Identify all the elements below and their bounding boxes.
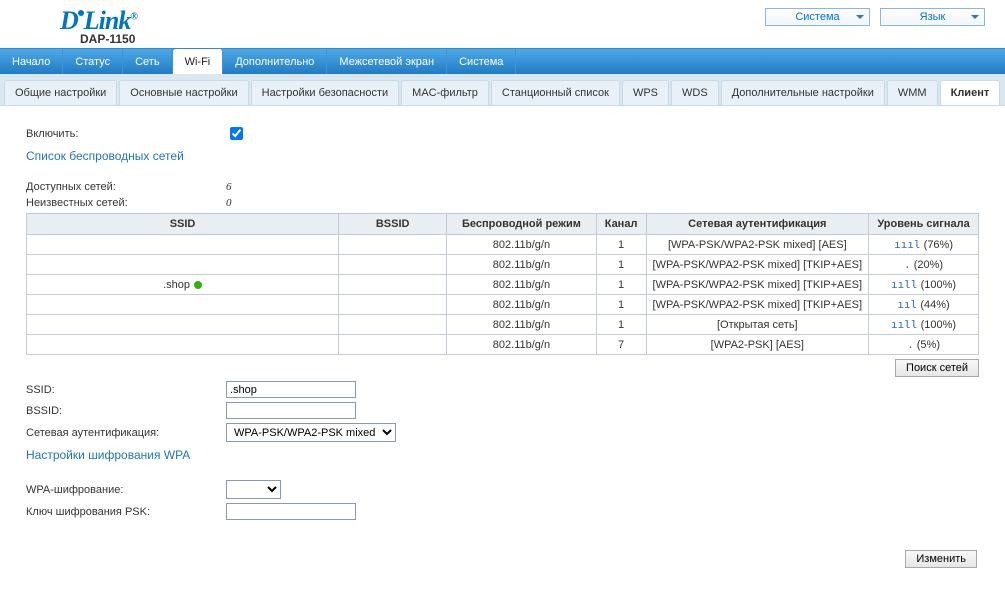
row-available: Доступных сетей: 6: [26, 181, 979, 193]
apply-button[interactable]: Изменить: [905, 550, 977, 568]
psk-input[interactable]: [226, 503, 356, 520]
sub-tab[interactable]: WDS: [671, 80, 719, 105]
th-ssid: SSID: [27, 214, 339, 235]
wpa-enc-select[interactable]: [226, 480, 281, 499]
label-enable: Включить:: [26, 128, 226, 140]
signal-bars-icon: ıııl: [894, 238, 921, 251]
signal-percent: (5%): [917, 339, 940, 351]
signal-bars-icon: ııll: [891, 278, 918, 291]
sub-tab[interactable]: Дополнительные настройки: [721, 80, 885, 105]
row-unknown: Неизвестных сетей: 0: [26, 197, 979, 209]
sub-tab[interactable]: Общие настройки: [4, 80, 117, 105]
sub-tab[interactable]: WMM: [887, 80, 938, 105]
main-tab-статус[interactable]: Статус: [63, 49, 123, 74]
connected-icon: [194, 281, 202, 289]
label-ssid: SSID:: [26, 384, 226, 396]
signal-bars-icon: .: [904, 258, 911, 271]
th-bssid: BSSID: [339, 214, 447, 235]
sub-tab[interactable]: Настройки безопасности: [251, 80, 400, 105]
search-networks-button[interactable]: Поиск сетей: [895, 359, 979, 377]
ssid-input[interactable]: [226, 381, 356, 398]
auth-select[interactable]: WPA-PSK/WPA2-PSK mixed: [226, 423, 396, 442]
label-auth: Сетевая аутентификация:: [26, 427, 226, 439]
main-tab-дополнительно[interactable]: Дополнительно: [223, 49, 327, 74]
row-auth: Сетевая аутентификация: WPA-PSK/WPA2-PSK…: [26, 423, 979, 442]
table-row[interactable]: .shop802.11b/g/n1[WPA-PSK/WPA2-PSK mixed…: [27, 275, 979, 295]
system-dropdown[interactable]: Система: [765, 8, 870, 26]
signal-bars-icon: .: [907, 338, 914, 351]
signal-bars-icon: ııll: [891, 318, 918, 331]
row-ssid: SSID:: [26, 381, 979, 398]
language-dropdown-label: Язык: [920, 11, 946, 23]
value-unknown: 0: [226, 197, 232, 209]
sub-tabs: Общие настройкиОсновные настройкиНастрой…: [0, 74, 1005, 106]
label-psk: Ключ шифрования PSK:: [26, 506, 226, 518]
label-unknown: Неизвестных сетей:: [26, 197, 226, 209]
content: Включить: Список беспроводных сетей Дост…: [0, 106, 1005, 578]
top-selects: Система Язык: [765, 8, 985, 26]
main-tab-межсетевой экран[interactable]: Межсетевой экран: [327, 49, 447, 74]
network-table: SSID BSSID Беспроводной режим Канал Сете…: [26, 213, 979, 355]
sub-tab[interactable]: WPS: [622, 80, 669, 105]
signal-percent: (20%): [914, 259, 943, 271]
enable-checkbox[interactable]: [230, 127, 243, 140]
sub-tab[interactable]: Клиент: [940, 80, 1001, 105]
sub-tab[interactable]: Станционный список: [491, 80, 620, 105]
bssid-input[interactable]: [226, 402, 356, 419]
table-row[interactable]: 802.11b/g/n1[Открытая сеть]ııll (100%): [27, 315, 979, 335]
main-tab-сеть[interactable]: Сеть: [123, 49, 172, 74]
table-row[interactable]: 802.11b/g/n1[WPA-PSK/WPA2-PSK mixed] [TK…: [27, 295, 979, 315]
label-available: Доступных сетей:: [26, 181, 226, 193]
main-tab-система[interactable]: Система: [447, 49, 516, 74]
sub-tab[interactable]: MAC-фильтр: [401, 80, 489, 105]
main-tabs: НачалоСтатусСетьWi-FiДополнительноМежсет…: [0, 48, 1005, 74]
table-row[interactable]: 802.11b/g/n1[WPA-PSK/WPA2-PSK mixed] [TK…: [27, 255, 979, 275]
system-dropdown-label: Система: [795, 11, 839, 23]
row-wpa-enc: WPA-шифрование:: [26, 480, 979, 499]
signal-percent: (76%): [924, 239, 953, 251]
row-enable: Включить:: [26, 124, 979, 143]
section-enc-title: Настройки шифрования WPA: [26, 448, 979, 462]
label-bssid: BSSID:: [26, 405, 226, 417]
value-available: 6: [226, 181, 232, 193]
th-mode: Беспроводной режим: [447, 214, 596, 235]
model-name: DAP-1150: [80, 32, 137, 46]
main-tab-wi-fi[interactable]: Wi-Fi: [173, 49, 224, 74]
th-ch: Канал: [596, 214, 646, 235]
ssid-text: .shop: [163, 279, 190, 291]
th-auth: Сетевая аутентификация: [646, 214, 869, 235]
language-dropdown[interactable]: Язык: [880, 8, 985, 26]
row-bssid: BSSID:: [26, 402, 979, 419]
signal-percent: (100%): [921, 279, 956, 291]
sub-tab[interactable]: Основные настройки: [119, 80, 248, 105]
signal-percent: (100%): [921, 319, 956, 331]
header: DLink® DAP-1150 Система Язык: [0, 0, 1005, 48]
signal-bars-icon: ııl: [897, 298, 917, 311]
table-row[interactable]: 802.11b/g/n7[WPA2-PSK] [AES]. (5%): [27, 335, 979, 355]
signal-percent: (44%): [920, 299, 949, 311]
main-tab-начало[interactable]: Начало: [0, 49, 63, 74]
table-row[interactable]: 802.11b/g/n1[WPA-PSK/WPA2-PSK mixed] [AE…: [27, 235, 979, 255]
th-signal: Уровень сигнала: [869, 214, 979, 235]
table-header-row: SSID BSSID Беспроводной режим Канал Сете…: [27, 214, 979, 235]
row-psk: Ключ шифрования PSK:: [26, 503, 979, 520]
section-list-title: Список беспроводных сетей: [26, 149, 979, 163]
brand-logo: DLink®: [60, 6, 137, 35]
logo: DLink® DAP-1150: [60, 6, 137, 46]
label-wpa-enc: WPA-шифрование:: [26, 484, 226, 496]
